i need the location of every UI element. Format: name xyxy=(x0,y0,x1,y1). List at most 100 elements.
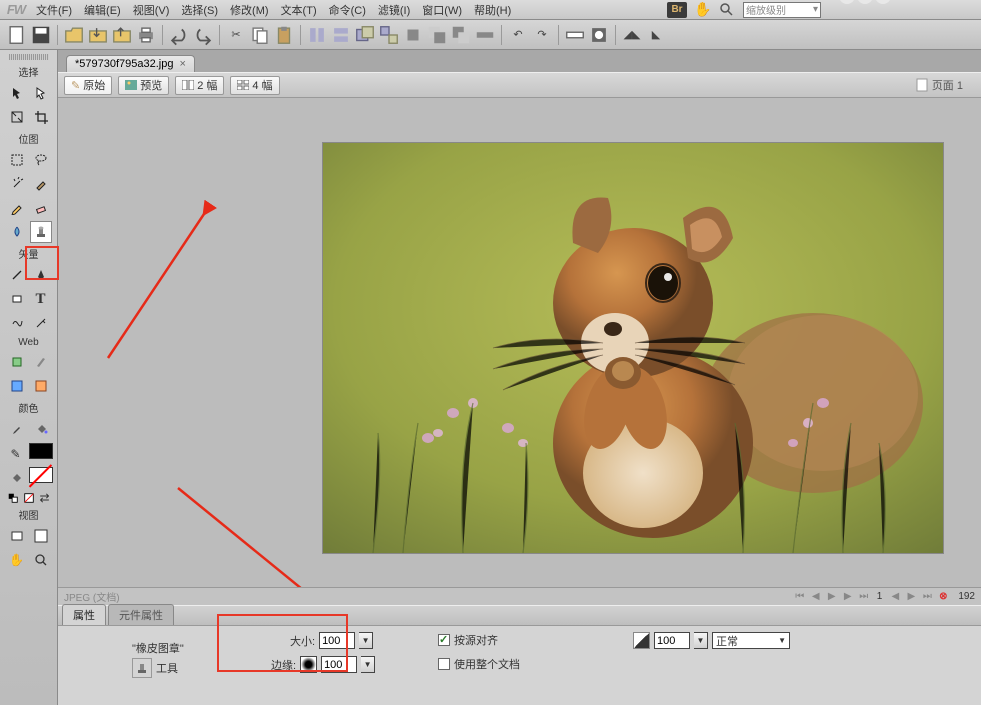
arrange-back-button[interactable] xyxy=(426,24,448,46)
mask-button[interactable] xyxy=(588,24,610,46)
paste-button[interactable] xyxy=(273,24,295,46)
open-button[interactable] xyxy=(63,24,85,46)
size-dropdown[interactable]: ▼ xyxy=(359,632,373,649)
opacity-input[interactable] xyxy=(654,632,690,649)
flip-v-button[interactable]: ◣ xyxy=(645,24,667,46)
stroke-color[interactable] xyxy=(29,443,53,459)
edge-input[interactable] xyxy=(321,656,357,673)
group-button[interactable] xyxy=(354,24,376,46)
print-button[interactable] xyxy=(135,24,157,46)
save-button[interactable] xyxy=(30,24,52,46)
rubber-stamp-tool[interactable] xyxy=(30,221,52,243)
bridge-icon[interactable]: Br xyxy=(667,2,687,18)
menu-commands[interactable]: 命令(C) xyxy=(323,2,372,18)
bucket-tool[interactable] xyxy=(30,418,52,440)
menu-filters[interactable]: 滤镜(I) xyxy=(372,2,416,18)
view-original-button[interactable]: ✎原始 xyxy=(64,76,112,95)
size-input[interactable] xyxy=(319,632,355,649)
lasso-tool[interactable] xyxy=(30,149,52,171)
undo-button[interactable] xyxy=(168,24,190,46)
page-indicator[interactable]: 页面 1 xyxy=(916,77,975,93)
cut-button[interactable]: ✂ xyxy=(225,24,247,46)
hand-tool[interactable]: ✋ xyxy=(6,549,28,571)
redo-button[interactable] xyxy=(192,24,214,46)
close-icon[interactable]: ⊗ xyxy=(936,590,950,604)
menu-help[interactable]: 帮助(H) xyxy=(468,2,517,18)
page-prev-button[interactable]: ◀ xyxy=(888,590,902,604)
line-tool[interactable] xyxy=(6,264,28,286)
menu-select[interactable]: 选择(S) xyxy=(175,2,224,18)
frame-last-button[interactable]: ⏭ xyxy=(857,590,871,604)
flip-h-button[interactable]: ◢◣ xyxy=(621,24,643,46)
swap-colors-button[interactable]: ⇄ xyxy=(38,491,52,505)
hand-tool-icon[interactable]: ✋ xyxy=(695,2,711,18)
export-button[interactable] xyxy=(111,24,133,46)
default-colors-button[interactable] xyxy=(6,491,20,505)
tab-element-attributes[interactable]: 元件属性 xyxy=(108,604,174,625)
menu-window[interactable]: 窗口(W) xyxy=(416,2,468,18)
align-button-2[interactable] xyxy=(330,24,352,46)
menu-view[interactable]: 视图(V) xyxy=(127,2,176,18)
text-tool[interactable]: T xyxy=(30,288,52,310)
new-button[interactable] xyxy=(6,24,28,46)
arrange-backward-button[interactable] xyxy=(474,24,496,46)
pen-tool[interactable] xyxy=(30,264,52,286)
edge-dropdown[interactable]: ▼ xyxy=(361,656,375,673)
frame-play-button[interactable]: ▶ xyxy=(825,590,839,604)
no-color-button[interactable] xyxy=(22,491,36,505)
rotate-left-button[interactable]: ↶ xyxy=(507,24,529,46)
slice-tool[interactable] xyxy=(30,351,52,373)
screen-mode-full[interactable] xyxy=(30,525,52,547)
frame-prev-button[interactable]: ◀ xyxy=(809,590,823,604)
edge-preview[interactable] xyxy=(300,656,317,673)
crop-tool[interactable] xyxy=(30,106,52,128)
screen-mode-normal[interactable] xyxy=(6,525,28,547)
ruler-button[interactable] xyxy=(564,24,586,46)
frame-next-button[interactable]: ▶ xyxy=(841,590,855,604)
opacity-dropdown[interactable]: ▼ xyxy=(694,632,708,649)
marquee-tool[interactable] xyxy=(6,149,28,171)
rotate-right-button[interactable]: ↷ xyxy=(531,24,553,46)
blur-tool[interactable] xyxy=(6,221,28,243)
rect-tool[interactable] xyxy=(6,288,28,310)
import-button[interactable] xyxy=(87,24,109,46)
document-tab[interactable]: *579730f795a32.jpg × xyxy=(66,55,195,72)
page-next-button[interactable]: ▶ xyxy=(904,590,918,604)
ungroup-button[interactable] xyxy=(378,24,400,46)
scale-tool[interactable] xyxy=(6,106,28,128)
knife-tool[interactable] xyxy=(30,312,52,334)
eraser-tool[interactable] xyxy=(30,197,52,219)
source-align-checkbox[interactable] xyxy=(438,634,450,646)
blend-mode-dropdown[interactable]: 正常▼ xyxy=(712,632,790,649)
freeform-tool[interactable] xyxy=(6,312,28,334)
subselect-tool[interactable] xyxy=(30,82,52,104)
wand-tool[interactable] xyxy=(6,173,28,195)
canvas[interactable] xyxy=(58,98,981,587)
hotspot-tool[interactable] xyxy=(6,351,28,373)
view-2up-button[interactable]: 2 幅 xyxy=(175,76,224,95)
view-preview-button[interactable]: 预览 xyxy=(118,76,169,95)
hide-slice-button[interactable] xyxy=(6,375,28,397)
palette-grip[interactable] xyxy=(9,54,49,60)
close-tab-button[interactable]: × xyxy=(179,58,185,70)
arrange-forward-button[interactable] xyxy=(450,24,472,46)
arrange-front-button[interactable] xyxy=(402,24,424,46)
tab-attributes[interactable]: 属性 xyxy=(62,604,106,625)
zoom-tool[interactable] xyxy=(30,549,52,571)
pencil-tool[interactable] xyxy=(6,197,28,219)
zoom-level-dropdown[interactable]: 缩放级别▾ xyxy=(743,2,821,18)
view-4up-button[interactable]: 4 幅 xyxy=(230,76,279,95)
align-button-1[interactable] xyxy=(306,24,328,46)
page-last-button[interactable]: ⏭ xyxy=(920,590,934,604)
zoom-tool-icon[interactable] xyxy=(719,2,735,18)
frame-first-button[interactable]: ⏮ xyxy=(793,590,807,604)
menu-edit[interactable]: 编辑(E) xyxy=(78,2,127,18)
menu-text[interactable]: 文本(T) xyxy=(275,2,323,18)
fill-color[interactable] xyxy=(29,467,53,483)
use-whole-doc-checkbox[interactable] xyxy=(438,658,450,670)
pointer-tool[interactable] xyxy=(6,82,28,104)
copy-button[interactable] xyxy=(249,24,271,46)
menu-modify[interactable]: 修改(M) xyxy=(224,2,275,18)
menu-file[interactable]: 文件(F) xyxy=(30,2,78,18)
brush-tool[interactable] xyxy=(30,173,52,195)
